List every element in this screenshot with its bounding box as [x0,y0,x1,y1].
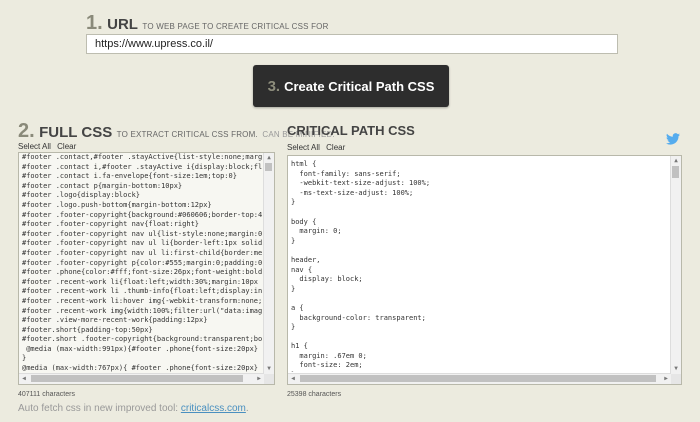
critical_css-code-line: h1 { [291,342,308,351]
critical_css-code-line [291,333,669,343]
full_css-code-line: #footer .contact,#footer .stayActive{lis… [22,153,262,161]
critical_css-code-line: header, [291,255,321,264]
full-select-all-link[interactable]: Select All [18,142,51,151]
critical_css-code-line: } [291,323,296,332]
step-1-number: 1. [86,12,103,34]
critical-select-all-link[interactable]: Select All [287,143,320,152]
twitter-icon[interactable] [666,132,680,150]
critical-clear-link[interactable]: Clear [326,143,345,152]
full_css-code-line: @media (max-width:767px){ #footer .phone… [22,364,259,372]
auto-fetch-text: Auto fetch css in new improved tool: [18,403,179,414]
step-2-number: 2. [18,120,35,142]
full-css-vertical-scrollbar[interactable]: ▲ ▼ [263,153,274,374]
critical_css-code-line: } [291,236,296,245]
scroll-right-icon[interactable]: ▶ [254,374,264,384]
critical-css-content: html { font-family: sans-serif; -webkit-… [291,160,669,372]
full_css-code-line: #footer .logo{display:block} [22,191,141,200]
full-css-content: #footer .contact,#footer .stayActive{lis… [22,153,262,372]
critical_css-code-line [291,208,669,218]
full-css-subtitle: TO EXTRACT CRITICAL CSS FROM. [116,130,258,139]
full_css-code-line: #footer .footer-copyright{background:#06… [22,210,262,219]
url-subtitle: TO WEB PAGE TO CREATE CRITICAL CSS FOR [142,22,329,31]
step-3-number: 3. [267,77,281,95]
full-css-actions: Select All Clear [18,142,80,151]
critical_css-code-line: } [291,371,669,372]
full-css-title: FULL CSS [39,124,113,141]
scroll-thumb[interactable] [31,375,243,382]
scroll-left-icon[interactable]: ◀ [288,374,298,384]
critical_css-code-line: -webkit-text-size-adjust: 100%; [291,179,431,188]
critical_css-code-line: background-color: transparent; [291,313,426,322]
full-css-horizontal-scrollbar[interactable]: ◀ ▶ [19,373,264,384]
full_css-code-line: #footer .logo.push-bottom{margin-bottom:… [22,200,212,209]
critical_css-code-line: display: block; [291,275,363,284]
scroll-thumb[interactable] [672,166,679,178]
url-title: URL [107,16,138,33]
critical-css-vertical-scrollbar[interactable]: ▲ ▼ [670,156,681,374]
create-critical-css-button[interactable]: 3. Create Critical Path CSS [253,65,449,107]
auto-fetch-period: . [245,403,249,414]
full_css-code-line: #footer .contact i,#footer .stayActive i… [22,162,262,171]
scroll-down-icon[interactable]: ▼ [264,364,274,374]
full_css-code-line: #footer .footer-copyright nav ul li{bord… [22,239,262,248]
scroll-thumb[interactable] [265,163,272,171]
critical_css-code-line: -ms-text-size-adjust: 100%; [291,188,414,197]
full_css-code-line: #footer .footer-copyright nav{float:righ… [22,220,200,229]
critical_css-code-line: margin: .67em 0; [291,351,367,360]
resize-corner [264,374,274,384]
url-heading: 1. URL TO WEB PAGE TO CREATE CRITICAL CS… [86,12,329,35]
full-css-textarea[interactable]: #footer .contact,#footer .stayActive{lis… [18,152,275,385]
scroll-up-icon[interactable]: ▲ [264,153,274,163]
critical-css-char-count: 25398 characters [287,391,342,398]
critical_css-code-line: font-size: 2em; [291,361,363,370]
full_css-code-line: #footer.short{padding-top:50px} [22,325,153,334]
scroll-down-icon[interactable]: ▼ [671,364,681,374]
full_css-code-line: #footer .footer-copyright p{color:#555;m… [22,258,262,267]
critical_css-code-line: body { [291,217,317,226]
resize-corner [671,374,681,384]
critical_css-code-line [291,294,669,304]
full_css-code-line: } [22,354,27,363]
full_css-code-line: #footer .phone{color:#fff;font-size:26px… [22,268,262,277]
full_css-code-line: #footer .recent-work li{float:left;width… [22,277,259,286]
critical-css-textarea[interactable]: html { font-family: sans-serif; -webkit-… [287,155,682,385]
critical_css-code-line: } [291,284,296,293]
full_css-code-line: #footer .contact i.fa-envelope{font-size… [22,172,237,181]
critical-css-horizontal-scrollbar[interactable]: ◀ ▶ [288,373,671,384]
full_css-code-line: #footer .contact p{margin-bottom:10px} [22,181,183,190]
create-button-label: Create Critical Path CSS [284,78,435,94]
scroll-right-icon[interactable]: ▶ [661,374,671,384]
criticalcss-link[interactable]: criticalcss.com [181,403,246,414]
full_css-code-line: #footer .recent-work li:hover img{-webki… [22,296,262,305]
critical_css-code-line: a { [291,303,304,312]
full_css-code-line: #footer.short .footer-copyright{backgrou… [22,335,262,344]
critical_css-code-line: nav { [291,265,313,274]
critical_css-code-line: font-family: sans-serif; [291,169,401,178]
scroll-thumb[interactable] [300,375,656,382]
critical_css-code-line: margin: 0; [291,227,342,236]
scroll-up-icon[interactable]: ▲ [671,156,681,166]
full_css-code-line: #footer .recent-work img{width:100%;filt… [22,306,262,315]
full-clear-link[interactable]: Clear [57,142,76,151]
full_css-code-line: #footer .footer-copyright nav ul li:firs… [22,248,262,257]
full_css-code-line: #footer .footer-copyright nav ul{list-st… [22,229,262,238]
full_css-code-line: #footer .view-more-recent-work{padding:1… [22,316,208,325]
critical_css-code-line: } [291,198,296,207]
url-input[interactable] [86,34,618,54]
scroll-left-icon[interactable]: ◀ [19,374,29,384]
auto-fetch-note: Auto fetch css in new improved tool: cri… [18,403,249,414]
full-css-char-count: 407111 characters [18,391,75,398]
full_css-code-line: @media (max-width:991px){#footer .phone{… [22,344,259,353]
critical-css-actions: Select All Clear [287,143,349,152]
critical-css-title: CRITICAL PATH CSS [287,123,415,138]
critical_css-code-line [291,246,669,256]
full_css-code-line: #footer .recent-work li .thumb-info{floa… [22,287,262,296]
critical_css-code-line: html { [291,160,317,168]
